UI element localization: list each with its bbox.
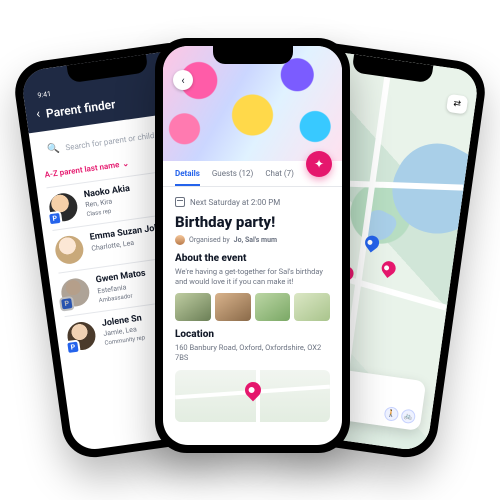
walk-icon[interactable]: 🚶 <box>384 406 400 422</box>
organiser-avatar <box>175 235 185 245</box>
event-organiser: Organised by Jo, Sal's mum <box>175 235 330 245</box>
event-photo[interactable] <box>175 293 211 321</box>
organiser-prefix: Organised by <box>189 236 230 244</box>
avatar <box>54 234 86 266</box>
transport-chips: 🚶 🚲 <box>384 406 417 424</box>
role-badge-icon: P <box>47 211 63 227</box>
map-pin-icon[interactable] <box>379 258 399 278</box>
tab-guests[interactable]: Guests (12) <box>212 169 253 186</box>
event-datetime: Next Saturday at 2:00 PM <box>175 197 330 207</box>
calendar-add-icon: ✦ <box>314 157 324 171</box>
event-address: 160 Banbury Road, Oxford, Oxfordshire, O… <box>175 343 330 363</box>
back-icon[interactable]: ‹ <box>35 107 41 122</box>
role-badge-icon: P <box>59 296 75 312</box>
map-layers-button[interactable]: ⇄ <box>446 94 468 115</box>
chevron-down-icon: ⌄ <box>122 159 130 169</box>
event-photo[interactable] <box>215 293 251 321</box>
search-icon: 🔍 <box>47 143 61 156</box>
phone-event-details: ‹ Details Guests (12) Chat (7) ✦ Next Sa… <box>155 38 350 453</box>
event-photo[interactable] <box>255 293 291 321</box>
status-time: 9:41 <box>37 90 52 101</box>
tab-details[interactable]: Details <box>175 169 200 186</box>
calendar-icon <box>175 197 185 207</box>
event-when-text: Next Saturday at 2:00 PM <box>190 198 280 207</box>
location-heading: Location <box>175 329 330 340</box>
back-button[interactable]: ‹ <box>173 70 193 90</box>
event-location-map[interactable] <box>175 370 330 422</box>
event-body: Next Saturday at 2:00 PM Birthday party!… <box>163 187 342 432</box>
avatar: P <box>48 191 80 223</box>
organiser-name: Jo, Sal's mum <box>234 236 277 244</box>
event-photo-strip <box>175 293 330 321</box>
bike-icon[interactable]: 🚲 <box>400 408 416 424</box>
event-tabs: Details Guests (12) Chat (7) ✦ <box>163 161 342 187</box>
about-body: We're having a get-together for Sal's bi… <box>175 267 330 287</box>
event-photo[interactable] <box>294 293 330 321</box>
location-pin-icon <box>241 379 264 402</box>
event-title: Birthday party! <box>175 213 330 231</box>
phone-notch <box>213 46 293 64</box>
about-heading: About the event <box>175 253 330 264</box>
avatar: P <box>66 320 98 352</box>
avatar: P <box>60 277 92 309</box>
sort-label: A-Z parent last name <box>44 160 120 179</box>
tab-chat[interactable]: Chat (7) <box>265 169 294 186</box>
add-to-calendar-button[interactable]: ✦ <box>306 151 332 177</box>
screen: ‹ Details Guests (12) Chat (7) ✦ Next Sa… <box>163 46 342 445</box>
role-badge-icon: P <box>65 339 81 355</box>
